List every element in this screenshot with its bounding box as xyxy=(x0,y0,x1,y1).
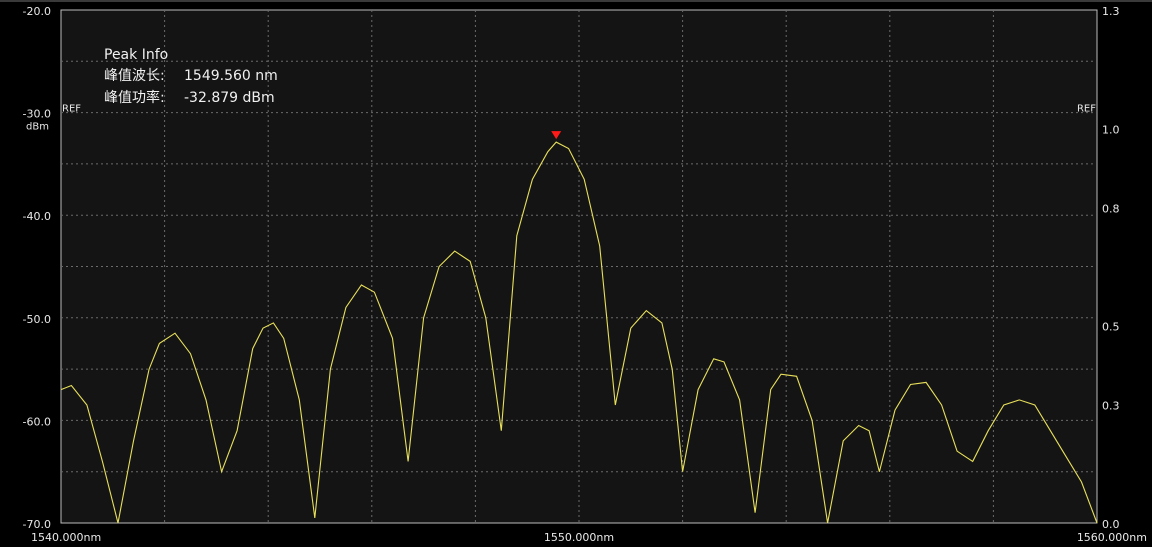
y-tick-label: -50.0 xyxy=(23,313,51,326)
peak-wavelength-label: 峰值波长: xyxy=(104,68,165,84)
y-tick-label: -70.0 xyxy=(23,518,51,531)
y-tick-label: -30.0 xyxy=(23,108,51,121)
y2-tick-label: 1.0 xyxy=(1102,123,1120,136)
x-tick-label: 1550.000nm xyxy=(544,531,614,544)
ref-label-right: REF xyxy=(1077,104,1096,115)
ref-label-left: REF xyxy=(62,104,81,115)
y-tick-label: -40.0 xyxy=(23,210,51,223)
y-axis-unit: dBm xyxy=(26,122,49,133)
peak-info-title: Peak Info xyxy=(104,47,168,63)
y-tick-label: -60.0 xyxy=(23,415,51,428)
y2-tick-label: 0.0 xyxy=(1102,518,1120,531)
y2-tick-label: 0.8 xyxy=(1102,202,1120,215)
y-tick-label: -20.0 xyxy=(23,5,51,18)
peak-wavelength-value: 1549.560 nm xyxy=(184,68,278,84)
peak-power-label: 峰值功率: xyxy=(104,89,165,106)
y2-tick-label: 0.5 xyxy=(1102,321,1120,334)
x-tick-label: 1560.000nm xyxy=(1077,531,1147,544)
spectrum-chart: -20.0 -30.0 -40.0 -50.0 -60.0 -70.0 1.3 1.0 0.8 0… xyxy=(23,5,1147,544)
x-tick-label: 1540.000nm xyxy=(31,531,101,544)
y2-tick-label: 1.3 xyxy=(1102,5,1120,18)
peak-power-value: -32.879 dBm xyxy=(184,90,275,106)
y2-tick-label: 0.3 xyxy=(1102,400,1120,413)
